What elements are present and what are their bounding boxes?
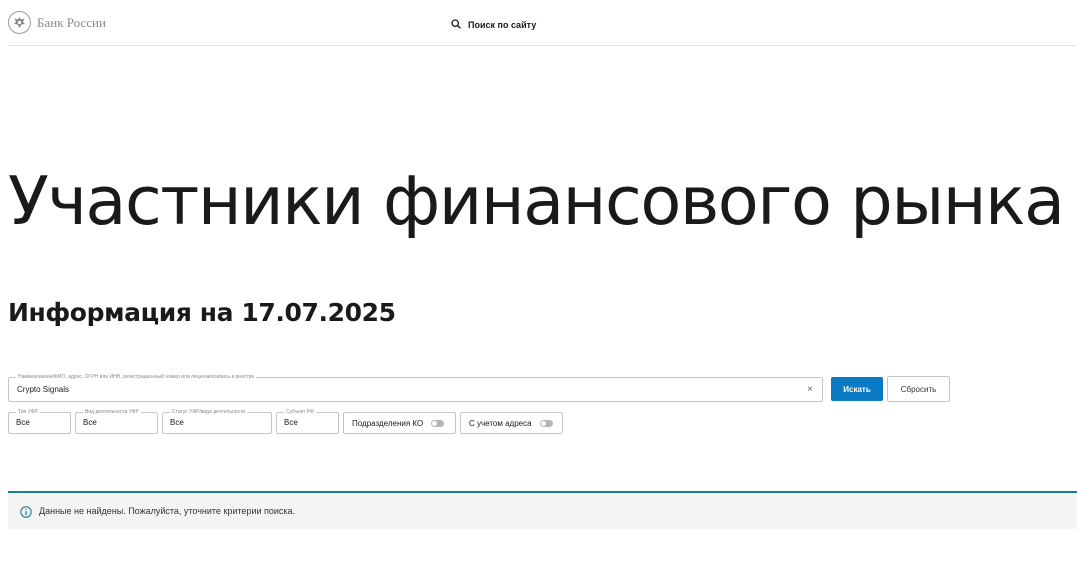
no-results-notice: Данные не найдены. Пожалуйста, уточните … [8, 491, 1077, 529]
site-header: Банк России Поиск по сайту [0, 0, 1077, 46]
logo[interactable]: Банк России [8, 11, 106, 34]
toggle-with-address[interactable]: С учетом адреса [460, 412, 563, 434]
filter-legend: Статус УФР/вида деятельности [170, 408, 248, 417]
toggle-label: С учетом адреса [469, 418, 532, 428]
toggle-label: Подразделения КО [352, 418, 424, 428]
search-input[interactable] [17, 382, 777, 397]
site-search-link[interactable]: Поиск по сайту [451, 16, 536, 34]
filter-value: Все [16, 418, 30, 427]
filter-legend: Вид деятельности УФР [83, 408, 141, 417]
header-divider [8, 45, 1077, 46]
search-field: Наименование/ФИО, адрес, ОГРН или ИНН, р… [8, 373, 823, 402]
filter-value: Все [170, 418, 184, 427]
notice-text: Данные не найдены. Пожалуйста, уточните … [39, 506, 296, 516]
filter-region[interactable]: Субъект РФ Все [276, 408, 339, 434]
toggle-switch[interactable] [431, 419, 445, 427]
filter-activity-type[interactable]: Вид деятельности УФР Все [75, 408, 158, 434]
site-search-label: Поиск по сайту [468, 20, 537, 30]
search-icon [451, 16, 461, 34]
logo-text: Банк России [37, 14, 106, 30]
filter-legend: Субъект РФ [284, 408, 316, 417]
filter-value: Все [83, 418, 97, 427]
reset-button[interactable]: Сбросить [887, 376, 950, 402]
info-icon [20, 505, 32, 518]
search-button[interactable]: Искать [831, 377, 883, 401]
eagle-emblem-icon [8, 11, 31, 34]
search-field-legend: Наименование/ФИО, адрес, ОГРН или ИНН, р… [16, 373, 257, 382]
info-date-heading: Информация на 17.07.2025 [8, 298, 396, 327]
clear-icon[interactable]: × [807, 383, 813, 396]
toggle-switch[interactable] [539, 419, 553, 427]
filter-ufr-type[interactable]: Тип УФР Все [8, 408, 71, 434]
filter-legend: Тип УФР [16, 408, 40, 417]
filter-value: Все [284, 418, 298, 427]
page-title: Участники финансового рынка [8, 162, 1065, 240]
toggle-ko-divisions[interactable]: Подразделения КО [343, 412, 456, 434]
filter-status[interactable]: Статус УФР/вида деятельности Все [162, 408, 272, 434]
